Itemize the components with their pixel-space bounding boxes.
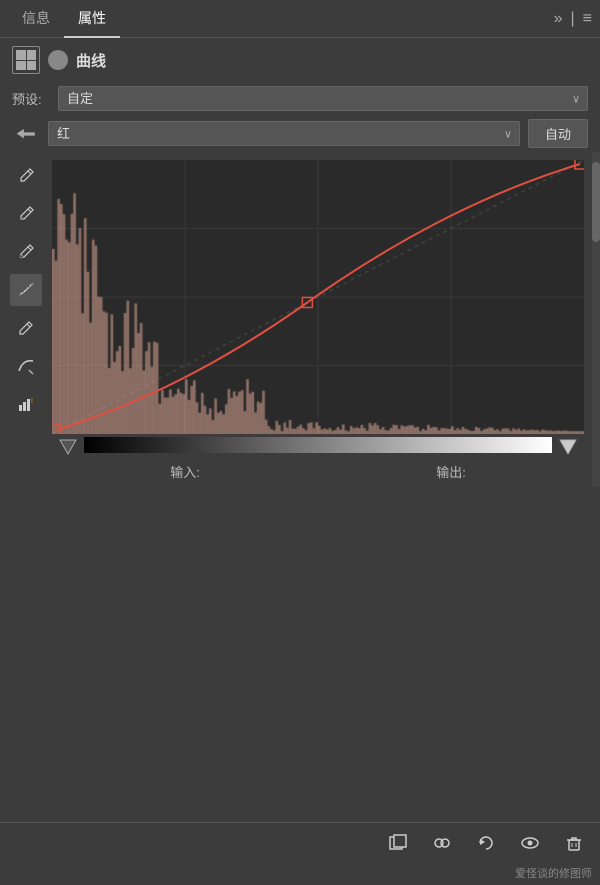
white-triangle-icon[interactable] <box>558 436 578 456</box>
preset-select[interactable]: 自定 默认 增加对比度 降低对比度 <box>58 86 588 111</box>
delete-button[interactable] <box>560 829 588 857</box>
eyedropper-gray-tool[interactable] <box>10 198 42 230</box>
channel-row: 红 绿 蓝 RGB 自动 <box>0 115 600 152</box>
curve-wrapper[interactable] <box>52 160 584 434</box>
watermark: 爱怪谈的修图师 <box>0 863 600 885</box>
preset-label: 预设: <box>12 89 48 108</box>
adjustments-grid-icon[interactable] <box>12 46 40 74</box>
expand-icon[interactable]: » <box>554 10 563 28</box>
input-output-row: 输入: 输出: <box>52 456 584 487</box>
menu-icon[interactable]: ≡ <box>583 10 592 28</box>
tab-bar: 信息 属性 » | ≡ <box>0 0 600 38</box>
smooth-tool[interactable] <box>10 350 42 382</box>
visibility-button[interactable] <box>516 829 544 857</box>
histogram-warning-tool[interactable]: ! <box>10 388 42 420</box>
bottom-toolbar <box>0 822 600 863</box>
input-label: 输入: <box>170 462 200 481</box>
scrollbar[interactable] <box>592 152 600 487</box>
tab-properties[interactable]: 属性 <box>64 0 120 38</box>
circle-icon <box>48 50 68 70</box>
output-label: 输出: <box>436 462 466 481</box>
eyedropper-white-tool[interactable] <box>10 160 42 192</box>
curve-edit-tool[interactable] <box>10 274 42 306</box>
scrollbar-thumb[interactable] <box>592 162 600 242</box>
panel-title: 曲线 <box>76 50 106 71</box>
channel-select[interactable]: 红 绿 蓝 RGB <box>48 121 520 146</box>
black-triangle-icon[interactable] <box>58 436 78 456</box>
link-circles-button[interactable] <box>428 829 456 857</box>
reset-button[interactable] <box>472 829 500 857</box>
channel-select-wrapper: 红 绿 蓝 RGB <box>48 121 520 146</box>
clip-to-layer-button[interactable] <box>384 829 412 857</box>
preset-select-wrapper: 自定 默认 增加对比度 降低对比度 <box>58 86 588 111</box>
main-area: ! <box>0 152 600 487</box>
eyedropper-black-tool[interactable] <box>10 236 42 268</box>
preset-row: 预设: 自定 默认 增加对比度 降低对比度 <box>0 82 600 115</box>
tab-info[interactable]: 信息 <box>8 0 64 38</box>
tools-sidebar: ! <box>0 152 52 487</box>
auto-button[interactable]: 自动 <box>528 119 588 148</box>
curve-svg[interactable] <box>52 160 584 434</box>
panel-header: 曲线 <box>0 38 600 82</box>
divider: | <box>571 10 575 28</box>
panel: 信息 属性 » | ≡ 曲线 预设: 自定 默认 增加对比度 降低对比度 <box>0 0 600 885</box>
gradient-bar-wrap <box>52 434 584 456</box>
channel-icon <box>12 120 40 148</box>
tab-extras: » | ≡ <box>554 10 592 28</box>
curve-container: 输入: 输出: <box>52 152 592 487</box>
svg-text:!: ! <box>31 398 33 405</box>
gradient-bar <box>84 437 552 453</box>
pencil-tool[interactable] <box>10 312 42 344</box>
